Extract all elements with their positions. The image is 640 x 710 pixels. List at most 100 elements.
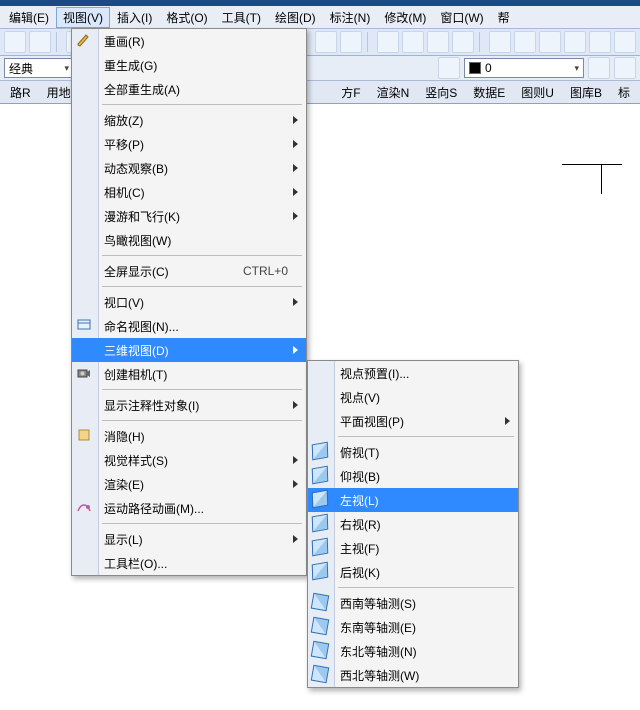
- canvas-axis-marker: [562, 134, 622, 194]
- mi-label: 右视(R): [340, 516, 381, 533]
- menubar: 编辑(E) 视图(V) 插入(I) 格式(O) 工具(T) 绘图(D) 标注(N…: [0, 6, 640, 29]
- tab-data[interactable]: 数据E: [465, 82, 513, 103]
- tb-btn-orbit[interactable]: [452, 31, 474, 53]
- mi-sw-iso[interactable]: 西南等轴测(S): [308, 591, 518, 615]
- tb-btn-zoomrt[interactable]: [402, 31, 424, 53]
- layer-btn-2[interactable]: [588, 57, 610, 79]
- tb-btn-tool1[interactable]: [514, 31, 536, 53]
- color-combo[interactable]: 0 ▾: [464, 58, 584, 78]
- mi-label: 俯视(T): [340, 444, 379, 461]
- mi-right-view[interactable]: 右视(R): [308, 512, 518, 536]
- tb-btn-2[interactable]: [29, 31, 51, 53]
- tb-btn-props[interactable]: [489, 31, 511, 53]
- mi-label: 相机(C): [104, 184, 145, 201]
- mi-label: 视点(V): [340, 389, 380, 406]
- mi-pan[interactable]: 平移(P): [72, 132, 306, 156]
- tab-fang[interactable]: 方F: [333, 82, 368, 103]
- tb-btn-tool2[interactable]: [539, 31, 561, 53]
- cube-bottom-icon: [312, 467, 328, 483]
- style-combo[interactable]: 经典 ▾: [4, 58, 74, 78]
- mi-label: 漫游和飞行(K): [104, 208, 180, 225]
- cube-iso-icon: [312, 666, 328, 682]
- mi-camera[interactable]: 相机(C): [72, 180, 306, 204]
- submenu-arrow-icon: [293, 140, 298, 148]
- menu-dimension[interactable]: 标注(N): [323, 7, 378, 28]
- tb-btn-tool5[interactable]: [614, 31, 636, 53]
- cube-iso-icon: [312, 618, 328, 634]
- menu-tools[interactable]: 工具(T): [215, 7, 268, 28]
- mi-orbit[interactable]: 动态观察(B): [72, 156, 306, 180]
- mi-label: 东南等轴测(E): [340, 619, 416, 636]
- mi-shortcut: CTRL+0: [243, 264, 288, 278]
- tb-btn-zoomwin[interactable]: [377, 31, 399, 53]
- mi-zoom[interactable]: 缩放(Z): [72, 108, 306, 132]
- tb-btn-redo[interactable]: [340, 31, 362, 53]
- menu-help[interactable]: 帮: [491, 7, 517, 28]
- mi-display[interactable]: 显示(L): [72, 527, 306, 551]
- mi-fullscreen[interactable]: 全屏显示(C) CTRL+0: [72, 259, 306, 283]
- mi-left-view[interactable]: 左视(L): [308, 488, 518, 512]
- chevron-down-icon: ▾: [574, 63, 579, 74]
- tb-btn-tool4[interactable]: [589, 31, 611, 53]
- tab-vertical[interactable]: 竖向S: [417, 82, 465, 103]
- mi-label: 仰视(B): [340, 468, 380, 485]
- menu-insert[interactable]: 插入(I): [110, 7, 159, 28]
- mi-viewpoint-preset[interactable]: 视点预置(I)...: [308, 361, 518, 385]
- tab-mark[interactable]: 标: [610, 82, 638, 103]
- tb-btn-undo[interactable]: [315, 31, 337, 53]
- mi-3dview[interactable]: 三维视图(D): [72, 338, 306, 362]
- tab-render[interactable]: 渲染N: [369, 82, 418, 103]
- layer-btn[interactable]: [438, 57, 460, 79]
- mi-plan-view[interactable]: 平面视图(P): [308, 409, 518, 433]
- camera-icon: [76, 365, 92, 381]
- submenu-arrow-icon: [293, 298, 298, 306]
- mi-redraw[interactable]: 重画(R): [72, 29, 306, 53]
- tb-btn-tool3[interactable]: [564, 31, 586, 53]
- menu-draw[interactable]: 绘图(D): [268, 7, 323, 28]
- cube-back-icon: [312, 563, 328, 579]
- tab-road[interactable]: 路R: [2, 82, 39, 103]
- layer-btn-3[interactable]: [614, 57, 636, 79]
- submenu-arrow-icon: [293, 346, 298, 354]
- tb-btn-1[interactable]: [4, 31, 26, 53]
- mi-anno-display[interactable]: 显示注释性对象(I): [72, 393, 306, 417]
- mi-bottom-view[interactable]: 仰视(B): [308, 464, 518, 488]
- mi-se-iso[interactable]: 东南等轴测(E): [308, 615, 518, 639]
- cube-iso-icon: [312, 594, 328, 610]
- menu-modify[interactable]: 修改(M): [377, 7, 433, 28]
- mi-back-view[interactable]: 后视(K): [308, 560, 518, 584]
- mi-motion-path[interactable]: 运动路径动画(M)...: [72, 496, 306, 520]
- chevron-down-icon: ▾: [64, 63, 69, 74]
- menu-format[interactable]: 格式(O): [159, 7, 214, 28]
- mi-nw-iso[interactable]: 西北等轴测(W): [308, 663, 518, 687]
- tab-lib[interactable]: 图库B: [562, 82, 610, 103]
- mi-regen[interactable]: 重生成(G): [72, 53, 306, 77]
- mi-regen-all[interactable]: 全部重生成(A): [72, 77, 306, 101]
- mi-hide[interactable]: 消隐(H): [72, 424, 306, 448]
- mi-walkfly[interactable]: 漫游和飞行(K): [72, 204, 306, 228]
- mi-viewpoint[interactable]: 视点(V): [308, 385, 518, 409]
- menu-edit[interactable]: 编辑(E): [2, 7, 56, 28]
- mi-ne-iso[interactable]: 东北等轴测(N): [308, 639, 518, 663]
- mi-birdview[interactable]: 鸟瞰视图(W): [72, 228, 306, 252]
- mi-label: 创建相机(T): [104, 366, 167, 383]
- menu-view[interactable]: 视图(V): [56, 7, 110, 28]
- mi-label: 重生成(G): [104, 57, 157, 74]
- mi-label: 左视(L): [340, 492, 379, 509]
- mi-visual-style[interactable]: 视觉样式(S): [72, 448, 306, 472]
- mi-top-view[interactable]: 俯视(T): [308, 440, 518, 464]
- tb-btn-panrt[interactable]: [427, 31, 449, 53]
- mi-toolbars[interactable]: 工具栏(O)...: [72, 551, 306, 575]
- mi-named-view[interactable]: 命名视图(N)...: [72, 314, 306, 338]
- tab-rule[interactable]: 图则U: [513, 82, 562, 103]
- submenu-arrow-icon: [293, 164, 298, 172]
- mi-viewport[interactable]: 视口(V): [72, 290, 306, 314]
- mi-label: 渲染(E): [104, 476, 144, 493]
- mi-render[interactable]: 渲染(E): [72, 472, 306, 496]
- mi-create-camera[interactable]: 创建相机(T): [72, 362, 306, 386]
- menu-window[interactable]: 窗口(W): [433, 7, 490, 28]
- mi-label: 西北等轴测(W): [340, 667, 419, 684]
- mi-front-view[interactable]: 主视(F): [308, 536, 518, 560]
- submenu-arrow-icon: [293, 480, 298, 488]
- mi-label: 鸟瞰视图(W): [104, 232, 171, 249]
